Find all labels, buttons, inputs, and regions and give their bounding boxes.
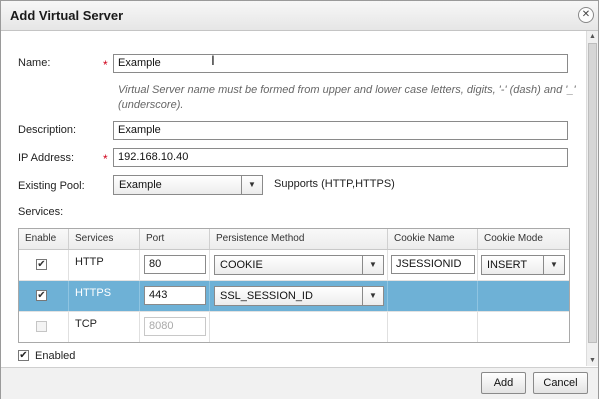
scroll-down-icon[interactable]: ▼ [587, 355, 598, 366]
existing-pool-value: Example [119, 179, 162, 191]
header-cookie-name: Cookie Name [388, 229, 478, 249]
chevron-down-icon[interactable]: ▼ [362, 256, 383, 274]
services-table-header: Enable Services Port Persistence Method … [19, 229, 569, 250]
chevron-down-icon[interactable]: ▼ [543, 256, 564, 274]
service-name: HTTPS [75, 287, 112, 299]
enable-cell: ✔ [19, 281, 69, 311]
description-input[interactable]: Example [113, 121, 568, 140]
chevron-down-icon[interactable]: ▼ [241, 176, 262, 194]
persistence-cell: SSL_SESSION_ID ▼ [210, 281, 388, 311]
header-services: Services [69, 229, 140, 249]
enabled-label: Enabled [35, 350, 76, 362]
service-cell: HTTPS [69, 281, 140, 311]
cookie-mode-cell [478, 312, 569, 342]
cookie-mode-cell: INSERT ▼ [478, 250, 569, 280]
cookie-mode-cell [478, 281, 569, 311]
cancel-button[interactable]: Cancel [533, 372, 588, 394]
http-enable-checkbox[interactable]: ✔ [36, 259, 47, 270]
ip-required-mark: * [103, 152, 108, 166]
existing-pool-label: Existing Pool: [18, 180, 85, 192]
table-row[interactable]: TCP 8080 [19, 312, 569, 342]
scroll-up-icon[interactable]: ▲ [587, 31, 598, 42]
port-cell: 80 [140, 250, 210, 280]
cookie-mode-value: INSERT [487, 259, 528, 271]
name-input[interactable]: Example [113, 54, 568, 73]
persistence-cell [210, 312, 388, 342]
enable-cell [19, 312, 69, 342]
persistence-value: COOKIE [220, 259, 263, 271]
scrollbar-thumb[interactable] [588, 43, 597, 343]
http-port-input[interactable]: 80 [144, 255, 206, 274]
name-label: Name: [18, 57, 51, 69]
persistence-value: SSL_SESSION_ID [220, 290, 313, 302]
tcp-enable-checkbox[interactable] [36, 321, 47, 332]
name-required-mark: * [103, 58, 108, 72]
add-virtual-server-dialog: Add Virtual Server ✕ Name: * Example I V… [0, 0, 599, 399]
https-persistence-select[interactable]: SSL_SESSION_ID ▼ [214, 286, 384, 306]
title-bar: Add Virtual Server ✕ [1, 1, 598, 31]
ip-address-label: IP Address: [18, 152, 75, 164]
tcp-port-input: 8080 [144, 317, 206, 336]
add-button[interactable]: Add [481, 372, 526, 394]
service-cell: HTTP [69, 250, 140, 280]
vertical-scrollbar[interactable]: ▲ ▼ [586, 31, 598, 366]
service-name: TCP [75, 318, 97, 330]
table-row[interactable]: ✔ HTTP 80 COOKIE ▼ JSESSIONID INSERT ▼ [19, 250, 569, 281]
header-persistence-method: Persistence Method [210, 229, 388, 249]
service-cell: TCP [69, 312, 140, 342]
service-name: HTTP [75, 256, 104, 268]
pool-supports-text: Supports (HTTP,HTTPS) [274, 178, 395, 190]
services-table: Enable Services Port Persistence Method … [18, 228, 570, 343]
https-port-input[interactable]: 443 [144, 286, 206, 305]
text-cursor-icon: I [211, 52, 215, 68]
description-label: Description: [18, 124, 77, 136]
port-cell: 443 [140, 281, 210, 311]
persistence-cell: COOKIE ▼ [210, 250, 388, 280]
port-cell: 8080 [140, 312, 210, 342]
close-icon[interactable]: ✕ [578, 7, 594, 23]
name-hint: Virtual Server name must be formed from … [118, 84, 576, 111]
http-cookie-mode-select[interactable]: INSERT ▼ [481, 255, 565, 275]
ip-address-input[interactable]: 192.168.10.40 [113, 148, 568, 167]
header-enable: Enable [19, 229, 69, 249]
enabled-checkbox[interactable]: ✔ [18, 350, 29, 361]
cookie-name-cell [388, 281, 478, 311]
services-label: Services: [18, 206, 64, 218]
cookie-name-cell [388, 312, 478, 342]
header-cookie-mode: Cookie Mode [484, 233, 543, 244]
http-persistence-select[interactable]: COOKIE ▼ [214, 255, 384, 275]
existing-pool-select[interactable]: Example ▼ [113, 175, 263, 195]
dialog-title: Add Virtual Server [10, 8, 124, 23]
table-row[interactable]: ✔ HTTPS 443 SSL_SESSION_ID ▼ [19, 281, 569, 312]
dialog-footer: Add Cancel [1, 367, 598, 399]
cookie-name-cell: JSESSIONID [388, 250, 478, 280]
http-cookie-name-input[interactable]: JSESSIONID [391, 255, 475, 274]
chevron-down-icon[interactable]: ▼ [362, 287, 383, 305]
https-enable-checkbox[interactable]: ✔ [36, 290, 47, 301]
header-port: Port [140, 229, 210, 249]
enable-cell: ✔ [19, 250, 69, 280]
